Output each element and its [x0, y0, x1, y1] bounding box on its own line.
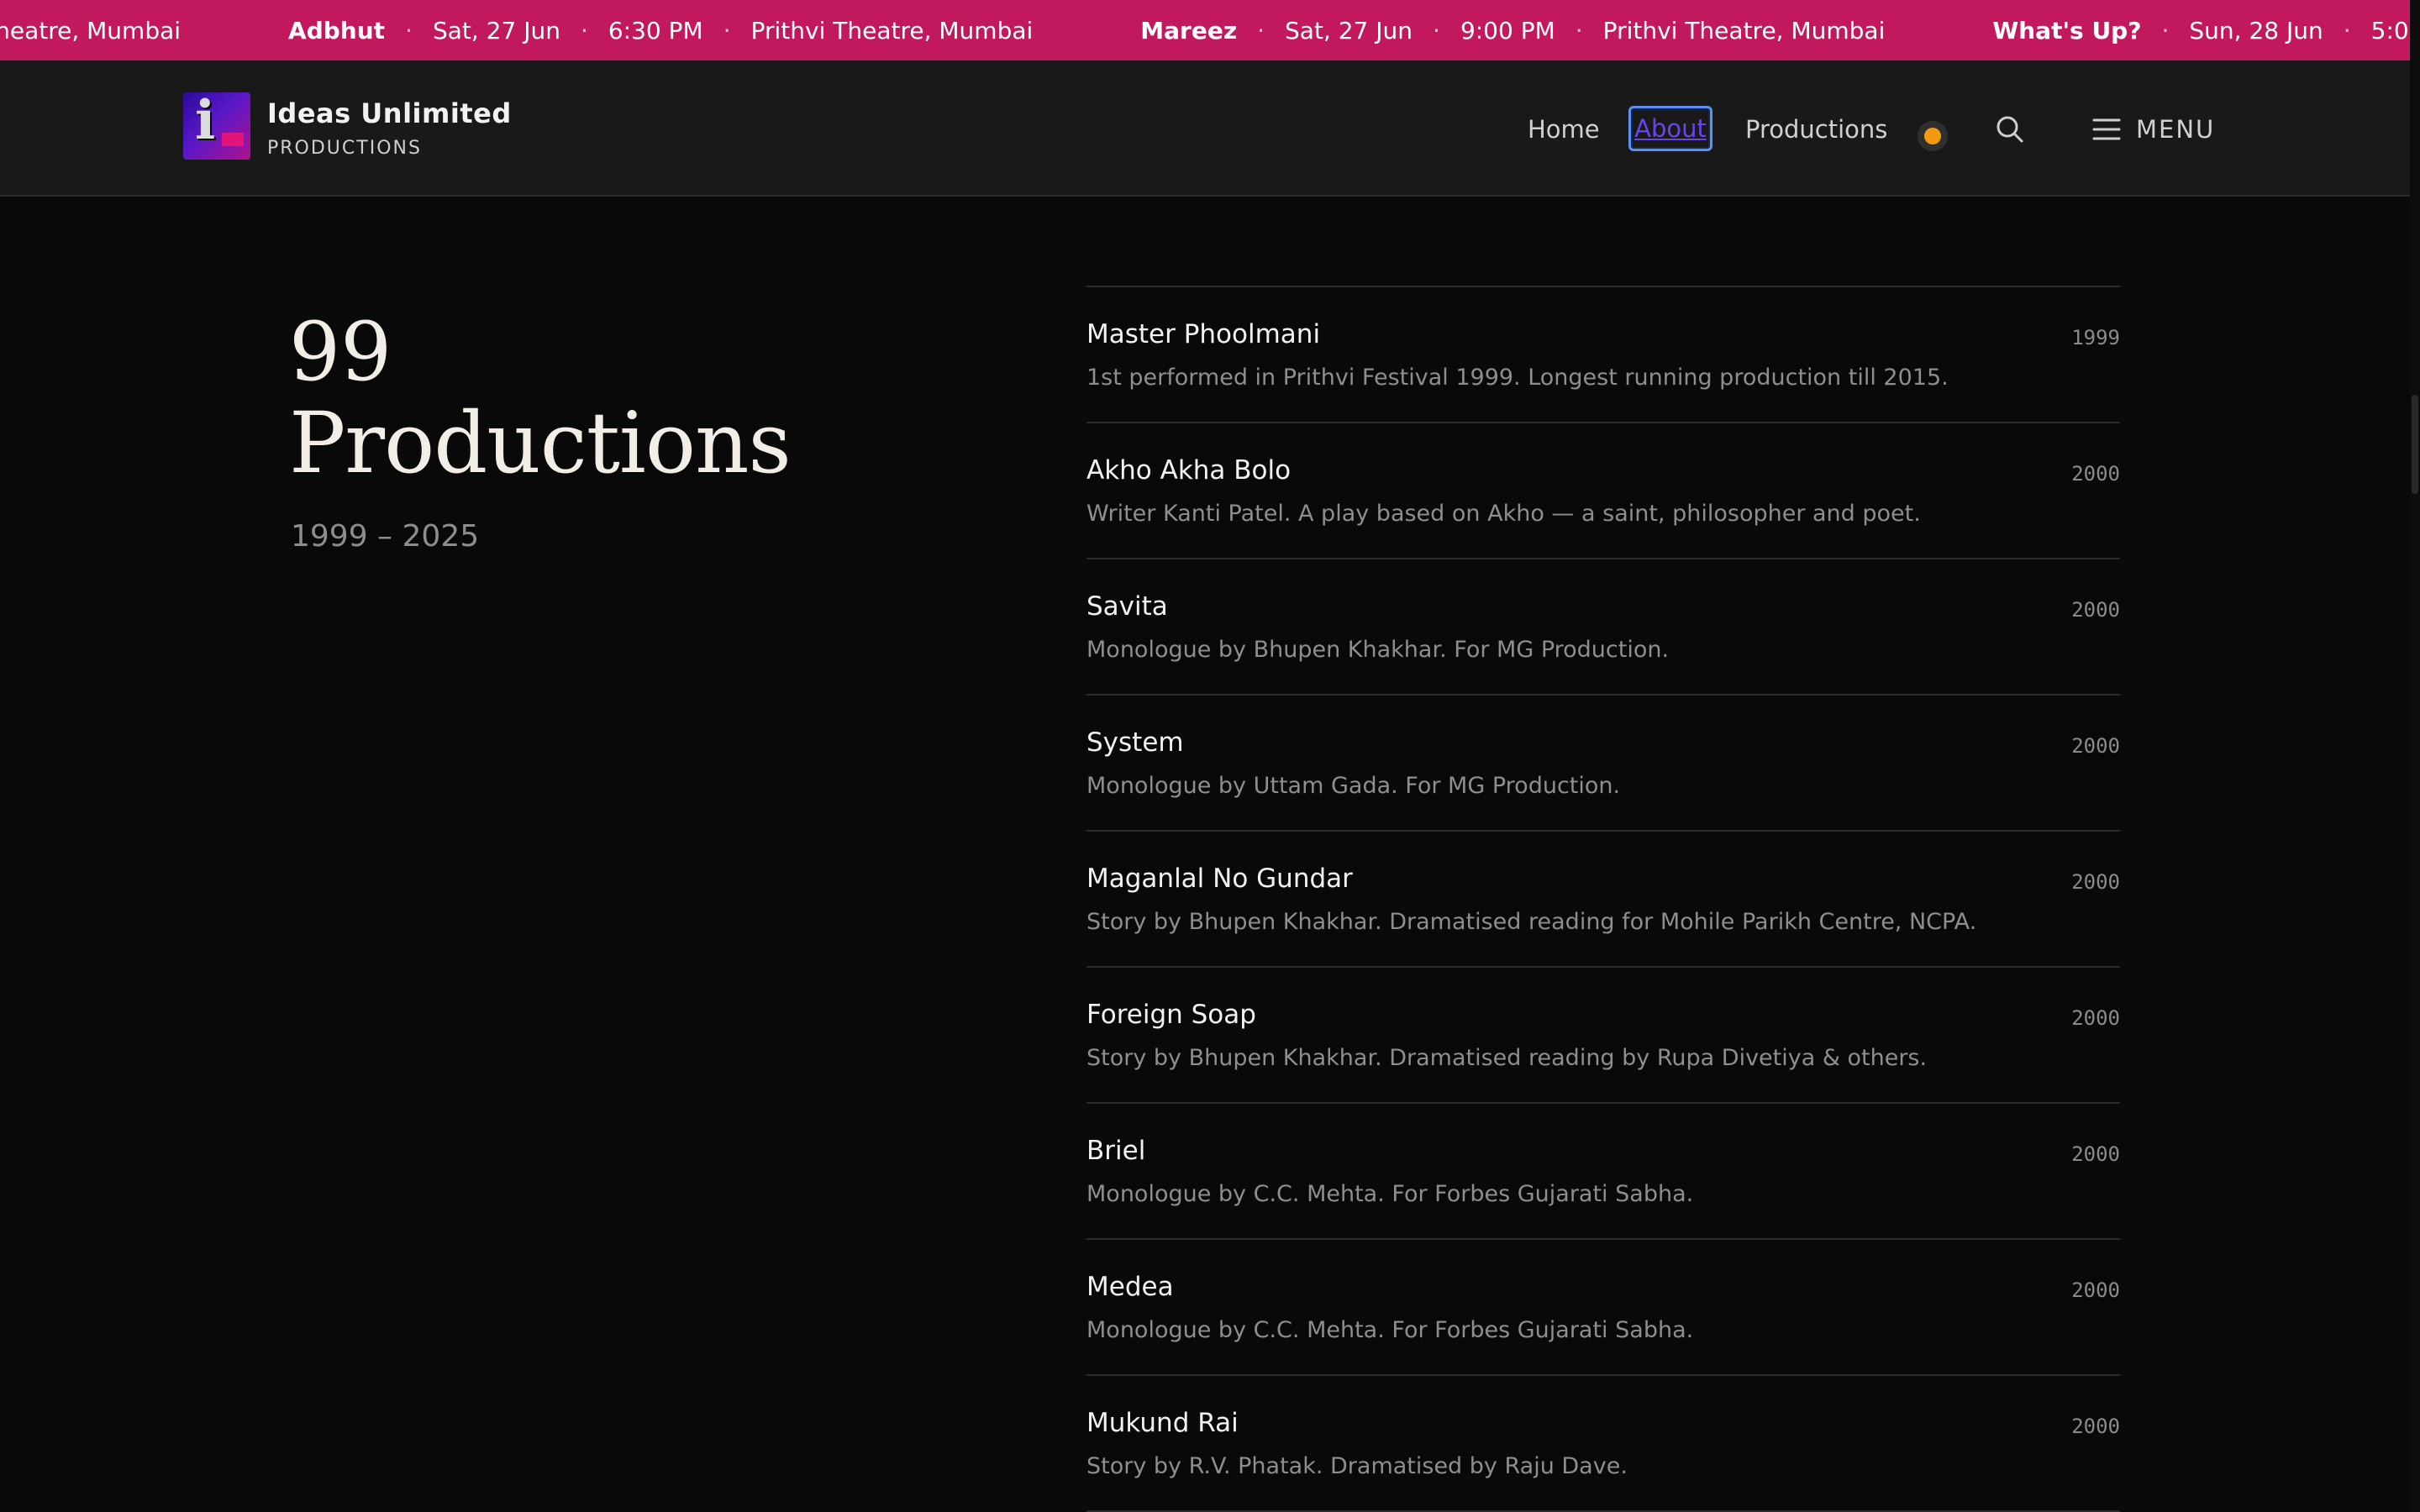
production-row[interactable]: Master Phoolmani 1999 1st performed in Pri…	[1086, 287, 2120, 423]
production-title: Master Phoolmani	[1086, 319, 1321, 349]
production-row[interactable]: Maganlal No Gundar 2000 Story by Bhupen Kh…	[1086, 832, 2120, 968]
production-year: 2000	[2071, 462, 2120, 486]
production-description: Monologue by Bhupen Khakhar. For MG Prod…	[1086, 637, 1670, 663]
production-title: System	[1086, 727, 1184, 758]
production-year: 2000	[2071, 734, 2120, 758]
ticker-event[interactable]: nvi Theatre, Mumbai	[0, 17, 181, 45]
ticker-event-date: Sat, 27 Jun	[432, 16, 560, 45]
ticker-event-venue: Prithvi Theatre, Mumbai	[1602, 16, 1886, 45]
menu-label: MENU	[2136, 115, 2216, 144]
production-title: Medea	[1086, 1272, 1174, 1302]
production-row[interactable]: Mukund Rai 2000 Story by R.V. Phatak. Dram…	[1086, 1376, 2120, 1512]
ticker-event-date: Sun, 28 Jun	[2189, 16, 2323, 45]
ticker-separator: ·	[2343, 16, 2351, 45]
production-title: Mukund Rai	[1086, 1408, 1239, 1438]
production-description: Writer Kanti Patel. A play based on Akho…	[1086, 501, 1921, 527]
ticker-separator: ·	[1433, 16, 1440, 45]
production-year: 2000	[2071, 598, 2120, 622]
production-year: 2000	[2071, 870, 2120, 894]
nav-productions[interactable]: Productions	[1745, 113, 1887, 146]
production-title: Foreign Soap	[1086, 1000, 1256, 1030]
ticker-event-venue: nvi Theatre, Mumbai	[0, 16, 182, 45]
menu-button[interactable]: MENU	[2092, 113, 2215, 146]
production-title: Maganlal No Gundar	[1086, 864, 1353, 894]
events-ticker: nvi Theatre, Mumbai Adbhut · Sat, 27 Jun · 6:…	[0, 0, 2420, 60]
production-description: Story by Bhupen Khakhar. Dramatised read…	[1086, 1045, 1928, 1071]
ticker-event-date: Sat, 27 Jun	[1285, 16, 1413, 45]
ticker-separator: ·	[580, 16, 588, 45]
production-row[interactable]: Akho Akha Bolo 2000 Writer Kanti Patel. A …	[1086, 423, 2120, 559]
ticker-event[interactable]: Mareez · Sat, 27 Jun · 9:00 PM · Prithvi Theat…	[1140, 17, 1885, 45]
production-description: Monologue by Uttam Gada. For MG Producti…	[1086, 773, 1621, 799]
ticker-event-title: Adbhut	[288, 16, 386, 45]
ticker-separator: ·	[2161, 16, 2170, 45]
production-description: Story by Bhupen Khakhar. Dramatised read…	[1086, 909, 1977, 935]
production-description: Monologue by C.C. Mehta. For Forbes Guja…	[1086, 1181, 1694, 1207]
ticker-separator: ·	[723, 16, 731, 45]
theme-toggle-button[interactable]	[1918, 121, 1948, 151]
production-year: 2000	[2071, 1278, 2120, 1302]
ticker-separator: ·	[1575, 16, 1583, 45]
production-title: Savita	[1086, 591, 1168, 622]
ticker-event-venue: Prithvi Theatre, Mumbai	[750, 16, 1034, 45]
ticker-event[interactable]: Adbhut · Sat, 27 Jun · 6:30 PM · Prithvi Theat…	[288, 17, 1033, 45]
sun-icon	[1924, 128, 1941, 144]
ticker-event[interactable]: What's Up?·Sun, 28 Jun·5:00 PM·Pri	[1992, 17, 2420, 45]
scrollbar-thumb[interactable]	[2412, 395, 2418, 494]
productions-heading: Productions	[289, 394, 792, 492]
production-year: 1999	[2071, 326, 2120, 349]
production-row[interactable]: Medea 2000 Monologue by C.C. Mehta. For Fo…	[1086, 1240, 2120, 1376]
ticker-event-title: What's Up?	[1992, 16, 2142, 45]
ticker-event-time: 9:00 PM	[1460, 16, 1555, 45]
search-icon	[1996, 116, 2023, 143]
production-year: 2000	[2071, 1006, 2120, 1030]
hamburger-icon	[2092, 118, 2121, 140]
iu-logo-icon[interactable]: i	[183, 92, 250, 160]
production-description: Story by R.V. Phatak. Dramatised by Raju…	[1086, 1453, 1628, 1479]
production-description: Monologue by C.C. Mehta. For Forbes Guja…	[1086, 1317, 1694, 1343]
production-year: 2000	[2071, 1415, 2120, 1438]
nav-about[interactable]: About	[1628, 106, 1712, 151]
nav-home[interactable]: Home	[1528, 113, 1600, 146]
production-title: Briel	[1086, 1136, 1146, 1166]
production-row[interactable]: Briel 2000 Monologue by C.C. Mehta. For Fo…	[1086, 1104, 2120, 1240]
productions-count: 99	[289, 305, 392, 399]
production-row[interactable]: System 2000 Monologue by Uttam Gada. For M…	[1086, 696, 2120, 832]
production-row[interactable]: Foreign Soap 2000 Story by Bhupen Khakhar.…	[1086, 968, 2120, 1104]
ticker-separator: ·	[405, 16, 413, 45]
production-description: 1st performed in Prithvi Festival 1999. …	[1086, 365, 1949, 391]
productions-year-range: 1999 – 2025	[291, 519, 480, 554]
production-title: Akho Akha Bolo	[1086, 455, 1292, 486]
ticker-track: nvi Theatre, Mumbai Adbhut · Sat, 27 Jun · 6:…	[0, 0, 2420, 60]
ticker-event-time: 6:30 PM	[608, 16, 703, 45]
production-year: 2000	[2071, 1142, 2120, 1166]
productions-list: Master Phoolmani 1999 1st performed in Pri…	[1086, 286, 2120, 1512]
brand-name[interactable]: Ideas Unlimited	[267, 97, 512, 129]
site-header: i Ideas Unlimited PRODUCTIONS Home About…	[0, 60, 2410, 197]
ticker-separator: ·	[1257, 16, 1265, 45]
brand-subtitle: PRODUCTIONS	[267, 138, 422, 159]
ticker-event-title: Mareez	[1140, 16, 1238, 45]
production-row[interactable]: Savita 2000 Monologue by Bhupen Khakhar. F…	[1086, 559, 2120, 696]
page-scrollbar[interactable]	[2410, 0, 2420, 1512]
search-button[interactable]	[1993, 113, 2027, 146]
